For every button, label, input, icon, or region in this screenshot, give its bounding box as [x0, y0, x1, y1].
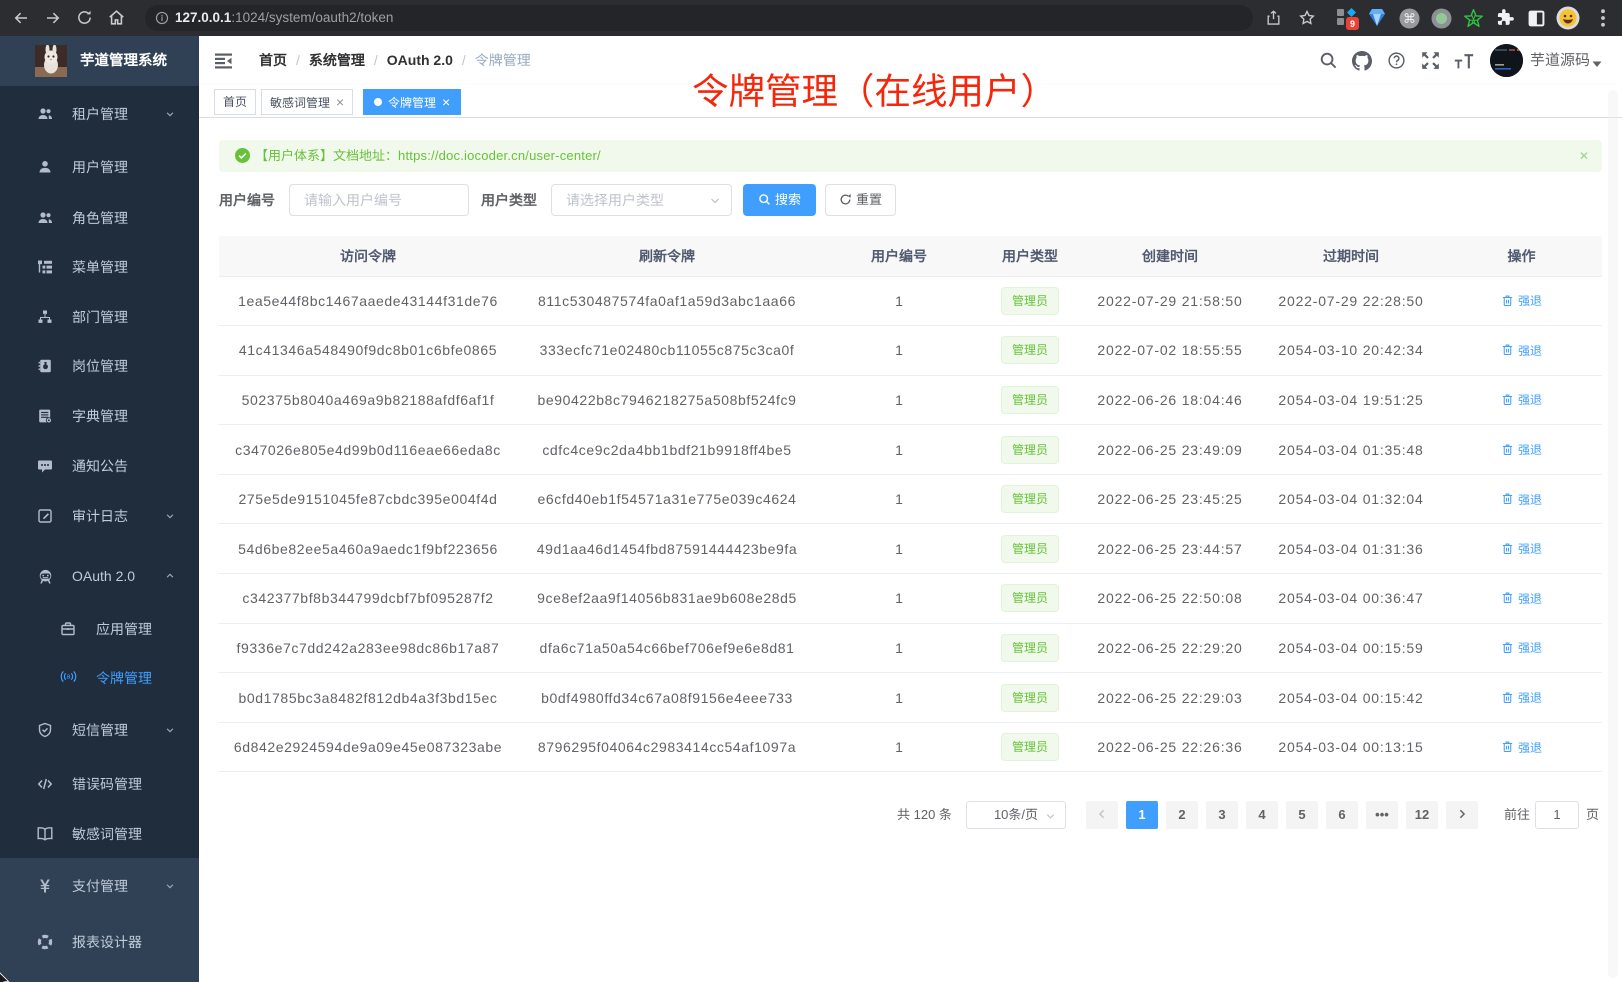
svg-text:9: 9: [1350, 19, 1355, 29]
svg-text:⌘: ⌘: [1403, 11, 1416, 26]
svg-text:a: a: [67, 674, 71, 681]
